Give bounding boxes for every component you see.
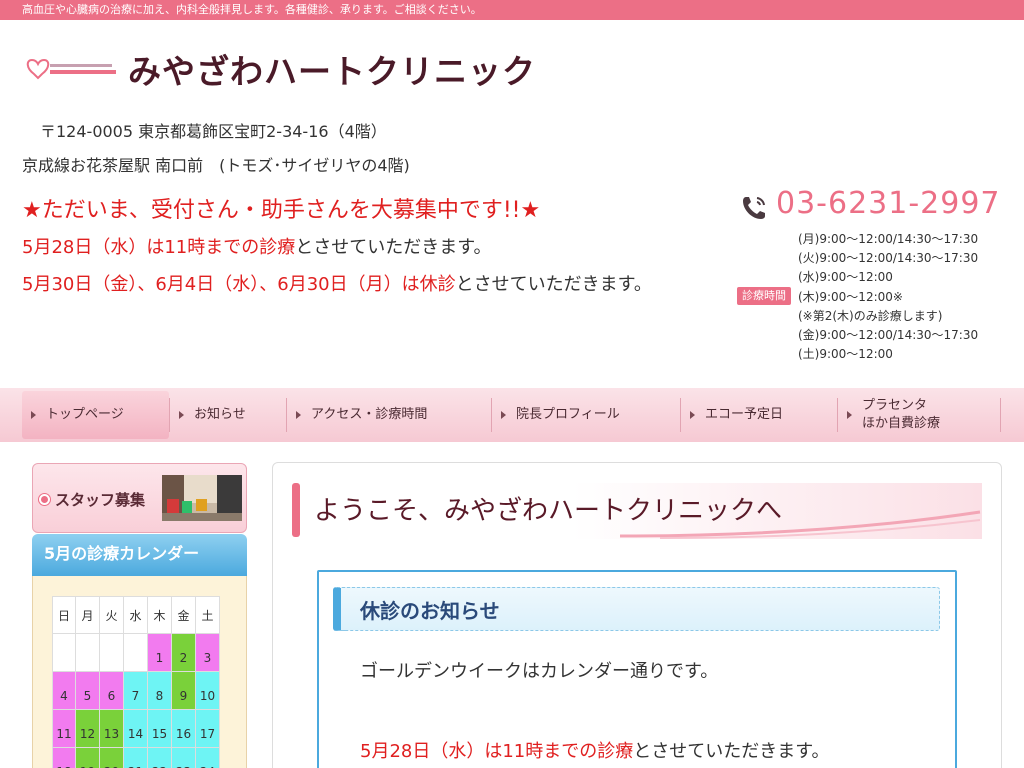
calendar-day-cell: 24 <box>196 748 220 768</box>
calendar-day-cell: 18 <box>52 748 76 768</box>
bullet-icon <box>39 494 50 505</box>
calendar-day-header: 火 <box>100 596 124 634</box>
hours-badge: 診療時間 <box>737 287 791 305</box>
calendar-day-header: 木 <box>148 596 172 634</box>
calendar-day-cell: 5 <box>76 672 100 710</box>
hours-line: (木)9:00〜12:00※ <box>798 289 903 304</box>
nav-item-echo[interactable]: エコー予定日 <box>681 388 837 442</box>
notice-line-3: 5月30日（金）、6月4日（水）、6月30日（月）は休診とさせていただきます。 <box>22 270 652 296</box>
calendar-day-header: 水 <box>124 596 148 634</box>
calendar-day-cell <box>52 634 76 672</box>
calendar-day-header: 土 <box>196 596 220 634</box>
calendar-day-cell: 6 <box>100 672 124 710</box>
hours-line: (月)9:00〜12:00/14:30〜17:30 <box>798 232 979 246</box>
chevron-right-icon <box>31 411 36 419</box>
main-nav: トップページ お知らせ アクセス・診療時間 院長プロフィール エコー予定日 プラ… <box>0 388 1024 442</box>
hours-list: (月)9:00〜12:00/14:30〜17:30 (火)9:00〜12:00/… <box>798 230 978 364</box>
nav-item-access[interactable]: アクセス・診療時間 <box>287 388 490 442</box>
closure-notice-line-2-red: 5月28日（水）は11時までの診療 <box>360 741 634 762</box>
nav-label: アクセス・診療時間 <box>311 407 428 422</box>
nav-label: プラセンタ ほか自費診療 <box>862 397 940 433</box>
nav-item-placenta[interactable]: プラセンタ ほか自費診療 <box>838 388 1000 442</box>
closure-notice-line-1: ゴールデンウイークはカレンダー通りです。 <box>360 661 719 682</box>
calendar-day-cell <box>124 634 148 672</box>
nav-label: エコー予定日 <box>705 407 784 422</box>
chevron-right-icon <box>296 411 301 419</box>
calendar-day-cell: 14 <box>124 710 148 748</box>
notice-line-3-rest: とさせていただきます。 <box>455 274 652 295</box>
hours-line: (※第2(木)のみ診療します) <box>798 308 943 323</box>
closure-notice-heading: 休診のお知らせ <box>360 599 500 623</box>
closure-notice-line-2: 5月28日（水）は11時までの診療とさせていただきます。 <box>360 737 829 763</box>
notice-line-2-rest: とさせていただきます。 <box>295 237 492 258</box>
phone-number[interactable]: 03-6231-2997 <box>776 186 1001 221</box>
notice-line-3-red: 5月30日（金）、6月4日（水）、6月30日（月）は休診 <box>22 274 456 295</box>
calendar-day-cell: 17 <box>196 710 220 748</box>
nav-label: トップページ <box>46 407 124 422</box>
nav-divider <box>1000 398 1001 432</box>
closure-notice-line-2-rest: とさせていただきます。 <box>633 741 830 762</box>
notice-line-2: 5月28日（水）は11時までの診療とさせていただきます。 <box>22 233 491 259</box>
welcome-title: ようこそ、みやざわハートクリニックへ <box>314 496 783 526</box>
site-title[interactable]: みやざわハートクリニック <box>128 50 536 94</box>
calendar-day-cell: 8 <box>148 672 172 710</box>
calendar-day-cell: 11 <box>52 710 76 748</box>
staff-recruit-label: スタッフ募集 <box>55 491 146 509</box>
calendar-day-cell: 4 <box>52 672 76 710</box>
nav-label-line-2: ほか自費診療 <box>862 416 941 431</box>
chevron-right-icon <box>690 411 695 419</box>
hours-line: (土)9:00〜12:00 <box>798 347 893 362</box>
calendar-day-cell: 10 <box>196 672 220 710</box>
notice-line-2-red: 5月28日（水）は11時までの診療 <box>22 237 296 258</box>
calendar-day-cell <box>100 634 124 672</box>
clinic-interior-photo <box>162 475 242 521</box>
nav-item-profile[interactable]: 院長プロフィール <box>492 388 679 442</box>
hours-line: (金)9:00〜12:00/14:30〜17:30 <box>798 328 979 343</box>
address-line-2: 京成線お花茶屋駅 南口前 (トモズ･サイゼリヤの4階) <box>22 156 410 175</box>
calendar-day-cell: 21 <box>124 748 148 768</box>
clinic-logo[interactable] <box>22 48 122 88</box>
calendar-day-cell: 22 <box>148 748 172 768</box>
hours-line: (火)9:00〜12:00/14:30〜17:30 <box>798 251 979 266</box>
calendar-day-header: 日 <box>52 596 76 634</box>
phone-icon <box>743 197 765 219</box>
calendar-day-cell: 1 <box>148 634 172 672</box>
calendar-day-cell: 23 <box>172 748 196 768</box>
welcome-accent-bar <box>292 483 300 537</box>
calendar-day-header: 月 <box>76 596 100 634</box>
chevron-right-icon <box>847 411 852 419</box>
recruit-notice: ★ただいま、受付さん・助手さんを大募集中です!!★ <box>22 198 541 223</box>
calendar-day-cell <box>76 634 100 672</box>
calendar-day-cell: 19 <box>76 748 100 768</box>
nav-item-top[interactable]: トップページ <box>22 391 169 439</box>
calendar-day-cell: 9 <box>172 672 196 710</box>
calendar-day-cell: 13 <box>100 710 124 748</box>
nav-label: 院長プロフィール <box>516 407 620 422</box>
hours-line: (水)9:00〜12:00 <box>798 270 893 285</box>
calendar-title: 5月の診療カレンダー <box>32 534 247 576</box>
staff-recruit-banner[interactable]: スタッフ募集 <box>32 463 247 533</box>
top-banner-text: 高血圧や心臓病の治療に加え、内科全般拝見します。各種健診、承ります。ご相談くださ… <box>0 0 1024 20</box>
calendar-day-cell: 2 <box>172 634 196 672</box>
chevron-right-icon <box>501 411 506 419</box>
chevron-right-icon <box>179 411 184 419</box>
calendar-day-cell: 3 <box>196 634 220 672</box>
address-line-1: 〒124-0005 東京都葛飾区宝町2-34-16（4階） <box>40 122 387 141</box>
calendar-day-cell: 12 <box>76 710 100 748</box>
nav-label-line-1: プラセンタ <box>862 398 928 413</box>
calendar-day-cell: 7 <box>124 672 148 710</box>
calendar-day-cell: 20 <box>100 748 124 768</box>
calendar-day-cell: 15 <box>148 710 172 748</box>
nav-item-news[interactable]: お知らせ <box>170 388 285 442</box>
calendar-day-cell: 16 <box>172 710 196 748</box>
calendar-day-header: 金 <box>172 596 196 634</box>
nav-label: お知らせ <box>194 407 246 422</box>
